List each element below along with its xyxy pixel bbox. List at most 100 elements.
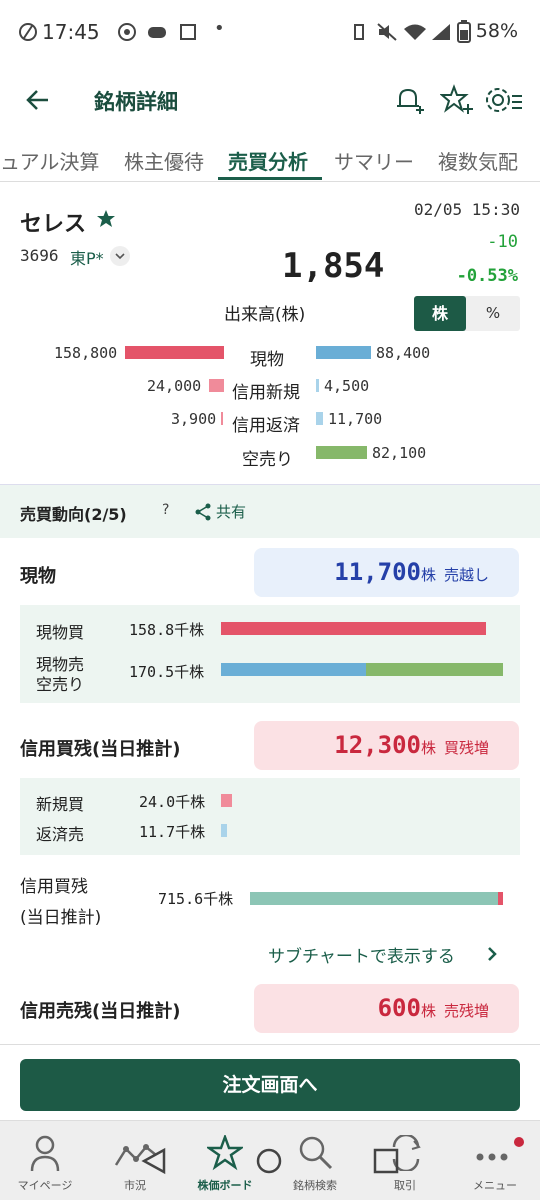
nav-stock-search[interactable]: 銘柄検索 <box>270 1121 360 1200</box>
trend-section-header: 売買動向(2/5) ? 共有 <box>0 484 540 538</box>
genbutsu-status: 売越し <box>443 566 489 584</box>
tab-multiple-quotes[interactable]: 複数気配 <box>438 146 518 175</box>
row-label-margin-new: 信用新規 <box>232 383 300 403</box>
share-link[interactable]: 共有 <box>216 501 246 522</box>
row-label-cash: 現物 <box>250 350 284 370</box>
battery-icon <box>457 20 471 43</box>
margin-sell-pill: 600株 売残増 <box>254 984 519 1033</box>
new-buy-value: 24.0千株 <box>139 793 206 811</box>
toggle-shares[interactable]: 株 <box>414 296 466 331</box>
market-dropdown[interactable] <box>110 246 130 266</box>
margin-repay-sell-bar <box>316 412 323 425</box>
margin-buy-status: 買残増 <box>443 739 489 757</box>
margin-balance-sublabel: (当日推計) <box>20 908 102 928</box>
tab-shareholder-benefits[interactable]: 株主優待 <box>124 146 204 175</box>
repay-sell-value: 11.7千株 <box>139 823 206 841</box>
status-bar: 17:45 • 58% <box>0 0 540 64</box>
nav-mypage[interactable]: マイページ <box>0 1121 90 1200</box>
market-label: 東P* <box>70 249 104 268</box>
system-recents-icon[interactable] <box>372 1147 400 1175</box>
repay-sell-bar <box>221 824 227 837</box>
subchart-link[interactable]: サブチャートで表示する <box>268 942 455 967</box>
margin-buy-panel: 新規買 24.0千株 返済売 11.7千株 <box>20 778 520 855</box>
tab-bar: ュアル決算 株主優待 売買分析 サマリー 複数気配 <box>0 138 540 182</box>
margin-repay-sell-volume: 11,700 <box>328 410 383 428</box>
mute-icon <box>377 23 397 41</box>
nav-label: マイページ <box>17 1179 73 1192</box>
tab-trading-analysis[interactable]: 売買分析 <box>228 146 308 175</box>
chevron-right-icon[interactable] <box>484 944 500 964</box>
person-icon <box>30 1135 60 1172</box>
price-datetime: 02/05 15:30 <box>414 200 520 219</box>
genbutsu-title: 現物 <box>20 566 56 587</box>
bell-add-icon[interactable] <box>394 84 428 116</box>
price-change: -10 <box>487 232 518 252</box>
volume-label: 出来高(株) <box>224 305 306 325</box>
margin-sell-unit: 株 <box>420 1002 436 1020</box>
help-icon[interactable]: ? <box>162 502 169 518</box>
margin-new-buy-volume: 24,000 <box>147 377 202 395</box>
nav-menu[interactable]: メニュー <box>450 1121 540 1200</box>
favorite-star-icon[interactable] <box>96 209 116 229</box>
system-back-icon[interactable] <box>140 1147 168 1175</box>
margin-repay-buy-bar <box>221 412 223 425</box>
genbutsu-value: 11,700 <box>334 558 421 586</box>
margin-balance-increase-bar <box>498 892 503 905</box>
genbutsu-short-bar <box>366 663 503 676</box>
tab-annual-results[interactable]: ュアル決算 <box>0 146 99 175</box>
cash-buy-bar <box>125 346 224 359</box>
margin-new-buy-bar <box>209 379 224 392</box>
margin-buy-pill: 12,300株 買残増 <box>254 721 519 770</box>
signal-icon <box>432 24 450 40</box>
genbutsu-sell-bar <box>221 663 366 676</box>
trend-title: 売買動向(2/5) <box>20 505 127 524</box>
genbutsu-pill: 11,700株 売越し <box>254 548 519 597</box>
toggle-percent[interactable]: % <box>466 296 520 331</box>
cash-sell-volume: 88,400 <box>376 344 431 362</box>
cash-sell-bar <box>316 346 371 359</box>
margin-buy-unit: 株 <box>420 739 436 757</box>
genbutsu-buy-label: 現物買 <box>36 623 85 642</box>
nfc-icon <box>19 23 37 41</box>
wifi-icon <box>404 24 426 40</box>
back-arrow-icon[interactable] <box>24 88 50 112</box>
share-icon[interactable] <box>194 502 212 522</box>
cash-buy-volume: 158,800 <box>54 344 118 362</box>
genbutsu-unit: 株 <box>420 566 436 584</box>
margin-balance-bar <box>250 892 499 905</box>
unit-toggle: 株 % <box>414 296 520 331</box>
genbutsu-short-label: 空売り <box>36 675 85 694</box>
game-icon <box>148 27 166 38</box>
margin-buy-title: 信用買残(当日推計) <box>20 739 181 760</box>
margin-repay-buy-volume: 3,900 <box>171 410 217 428</box>
order-screen-button[interactable]: 注文画面へ <box>20 1059 520 1111</box>
margin-balance-label: 信用買残 <box>20 877 88 897</box>
page-title: 銘柄詳細 <box>94 90 178 114</box>
app-header: 銘柄詳細 <box>0 70 540 130</box>
genbutsu-sell-value: 170.5千株 <box>129 663 205 681</box>
settings-icon[interactable] <box>484 84 524 116</box>
genbutsu-buy-value: 158.8千株 <box>129 621 205 639</box>
margin-new-sell-volume: 4,500 <box>324 377 370 395</box>
search-icon <box>299 1136 333 1170</box>
short-sell-volume: 82,100 <box>372 444 427 462</box>
stock-name: セレス <box>20 212 87 237</box>
price-change-pct: -0.53% <box>456 266 518 286</box>
battery-text: 58% <box>475 20 518 42</box>
star-add-icon[interactable] <box>440 84 474 116</box>
system-home-icon[interactable] <box>255 1147 283 1175</box>
margin-balance-value: 715.6千株 <box>158 890 234 908</box>
tab-summary[interactable]: サマリー <box>334 146 414 175</box>
short-sell-bar <box>316 446 367 459</box>
status-time: 17:45 <box>42 20 100 44</box>
margin-sell-status: 売残増 <box>443 1002 489 1020</box>
divider <box>0 1044 540 1045</box>
chevron-down-icon <box>115 253 125 260</box>
genbutsu-panel: 現物買 158.8千株 現物売 空売り 170.5千株 <box>20 605 520 703</box>
nav-label: 銘柄検索 <box>293 1179 337 1192</box>
margin-sell-title: 信用売残(当日推計) <box>20 1001 181 1022</box>
dot-icon: • <box>214 18 225 39</box>
nav-label: メニュー <box>473 1179 517 1192</box>
margin-sell-value: 600 <box>377 994 421 1022</box>
new-buy-bar <box>221 794 232 807</box>
